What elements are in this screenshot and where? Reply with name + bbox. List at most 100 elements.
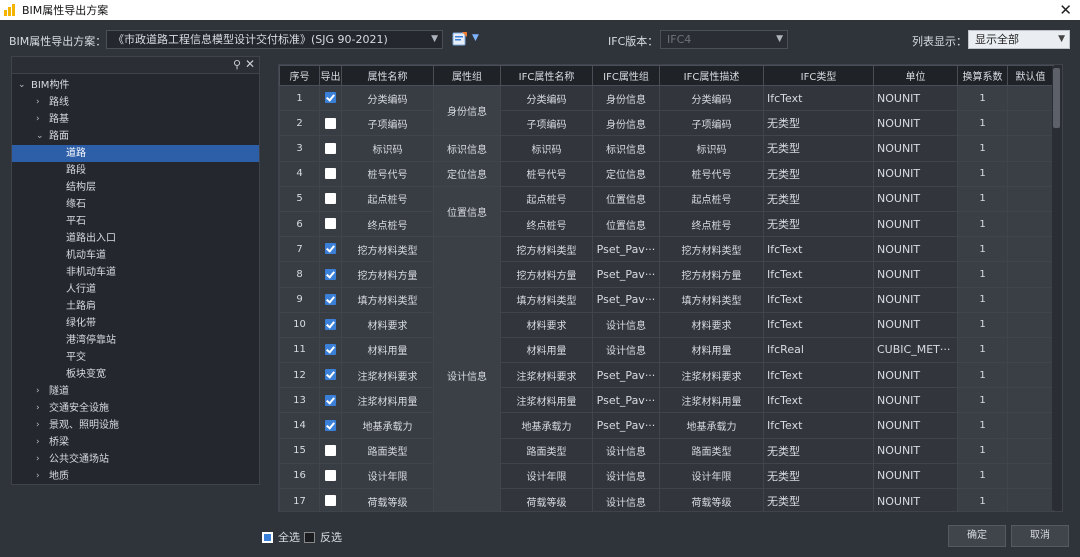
export-cell[interactable] [319,336,342,364]
table-row[interactable]: 17 荷载等级 荷载等级 设计信息 荷载等级 无类型 NOUNIT 1 [279,487,1054,511]
column-header[interactable]: 默认值 [1007,65,1054,86]
table-row[interactable]: 4 桩号代号 定位信息 桩号代号 定位信息 桩号代号 无类型 NOUNIT 1 [279,160,1054,187]
table-row[interactable]: 2 子项编码 子项编码 身份信息 子项编码 无类型 NOUNIT 1 [279,110,1054,137]
chevron-right-icon[interactable]: › [36,451,40,468]
column-header[interactable]: IFC属性组 [592,65,660,86]
scheme-select[interactable]: 《市政道路工程信息模型设计交付标准》(SJG 90-2021) ▼ [106,30,443,49]
table-row[interactable]: 5 起点桩号 位置信息 起点桩号 位置信息 起点桩号 无类型 NOUNIT 1 [279,185,1054,238]
tree-item[interactable]: ⌄ BIM构件 [12,77,259,94]
tree-item[interactable]: › 隧道 [12,383,259,400]
column-header[interactable]: 序号 [279,65,320,86]
table-row[interactable]: 3 标识码 标识信息 标识码 标识信息 标识码 无类型 NOUNIT 1 [279,135,1054,162]
table-row[interactable]: 14 地基承载力 地基承载力 Pset_Pav··· 地基承载力 IfcText NOUNI… [279,412,1054,439]
tree-item[interactable]: 人行道 [12,281,259,298]
list-display-select[interactable]: 显示全部 ▼ [968,30,1070,49]
tree-item[interactable]: › 交通安全设施 [12,400,259,417]
export-cell[interactable] [319,286,342,313]
tree-item[interactable]: 港湾停靠站 [12,332,259,349]
search-icon[interactable]: ⚲ [233,58,241,71]
chevron-right-icon[interactable]: › [36,417,40,434]
tree-item[interactable]: 非机动车道 [12,264,259,281]
chevron-down-icon[interactable]: ⌄ [36,128,44,145]
tree-item[interactable]: › 路基 [12,111,259,128]
invert-selection-checkbox[interactable]: 反选 [304,530,342,544]
export-checkbox[interactable] [325,142,336,154]
tree-item[interactable]: › 桥梁 [12,434,259,451]
column-header[interactable]: IFC属性描述 [659,65,764,86]
tree-item[interactable]: 道路 [12,145,259,162]
tree-item[interactable]: 道路出入口 [12,230,259,247]
tree-item[interactable]: 土路肩 [12,298,259,315]
checkbox-icon[interactable] [262,531,273,543]
export-checkbox[interactable] [325,117,336,129]
column-header[interactable]: 导出 [319,65,342,86]
table-row[interactable]: 1 分类编码 身份信息 分类编码 身份信息 分类编码 IfcText NOUNIT 1 [279,84,1054,137]
export-checkbox[interactable] [325,344,336,356]
column-header[interactable]: 单位 [873,65,958,86]
export-checkbox[interactable] [325,495,336,507]
export-cell[interactable] [319,135,342,162]
tree-search-input[interactable]: ⚲ ✕ [12,57,259,74]
tree-item[interactable]: 平石 [12,213,259,230]
export-checkbox[interactable] [325,470,336,482]
export-checkbox[interactable] [325,394,336,406]
ok-button[interactable]: 确定 [948,525,1006,547]
export-checkbox[interactable] [325,444,336,456]
export-cell[interactable] [319,84,342,112]
chevron-right-icon[interactable]: › [36,383,40,400]
table-row[interactable]: 11 材料用量 材料用量 设计信息 材料用量 IfcReal CUBIC_MET··· 1 [279,336,1054,364]
export-checkbox[interactable] [325,167,336,179]
close-icon[interactable]: ✕ [1059,1,1072,19]
export-cell[interactable] [319,437,342,464]
checkbox-icon[interactable] [304,531,315,543]
table-row[interactable]: 16 设计年限 设计年限 设计信息 设计年限 无类型 NOUNIT 1 [279,462,1054,490]
table-row[interactable]: 12 注浆材料要求 注浆材料要求 Pset_Pav··· 注浆材料要求 IfcText NO… [279,362,1054,389]
export-checkbox[interactable] [325,268,336,280]
export-checkbox[interactable] [325,319,336,331]
column-header[interactable]: 换算系数 [957,65,1008,86]
column-header[interactable]: 属性名称 [341,65,434,86]
chevron-right-icon[interactable]: › [36,94,40,111]
export-cell[interactable] [319,160,342,187]
export-cell[interactable] [319,462,342,490]
chevron-right-icon[interactable]: › [36,434,40,451]
column-header[interactable]: IFC类型 [763,65,874,86]
export-cell[interactable] [319,311,342,338]
vertical-scrollbar[interactable] [1052,66,1061,510]
export-cell[interactable] [319,110,342,137]
clear-icon[interactable]: ✕ [245,57,255,71]
table-row[interactable]: 6 终点桩号 终点桩号 位置信息 终点桩号 无类型 NOUNIT 1 [279,210,1054,238]
cancel-button[interactable]: 取消 [1011,525,1069,547]
chevron-right-icon[interactable]: › [36,400,40,417]
table-row[interactable]: 15 路面类型 路面类型 设计信息 路面类型 无类型 NOUNIT 1 [279,437,1054,464]
tree-item[interactable]: 结构层 [12,179,259,196]
tree-item[interactable]: 缘石 [12,196,259,213]
export-cell[interactable] [319,210,342,238]
tree-item[interactable]: ⌄ 路面 [12,128,259,145]
table-row[interactable]: 13 注浆材料用量 注浆材料用量 Pset_Pav··· 注浆材料用量 IfcText NO… [279,387,1054,414]
chevron-right-icon[interactable]: › [36,111,40,128]
table-row[interactable]: 10 材料要求 材料要求 设计信息 材料要求 IfcText NOUNIT 1 [279,311,1054,338]
chevron-down-icon[interactable]: ⌄ [18,77,26,94]
tree-item[interactable]: › 公共交通场站 [12,451,259,468]
export-checkbox[interactable] [325,369,336,381]
export-checkbox[interactable] [325,193,336,205]
table-row[interactable]: 9 填方材料类型 填方材料类型 Pset_Pav··· 填方材料类型 IfcText NOU… [279,286,1054,313]
export-cell[interactable] [319,185,342,212]
export-checkbox[interactable] [325,243,336,255]
table-row[interactable]: 7 挖方材料类型 设计信息 挖方材料类型 Pset_Pav··· 挖方材料类型 IfcTex… [279,236,1054,511]
column-header[interactable]: IFC属性名称 [500,65,593,86]
tree-item[interactable]: › 地质 [12,468,259,485]
select-all-checkbox[interactable]: 全选 [262,530,300,544]
ifc-version-select[interactable]: IFC4 ▼ [660,30,788,49]
tree-item[interactable]: › 路线 [12,94,259,111]
export-checkbox[interactable] [325,92,336,104]
export-cell[interactable] [319,412,342,439]
export-checkbox[interactable] [325,419,336,431]
export-cell[interactable] [319,487,342,511]
tree-item[interactable]: › 景观、照明设施 [12,417,259,434]
export-checkbox[interactable] [325,218,336,230]
tree-item[interactable]: 机动车道 [12,247,259,264]
export-cell[interactable] [319,387,342,414]
export-cell[interactable] [319,261,342,288]
